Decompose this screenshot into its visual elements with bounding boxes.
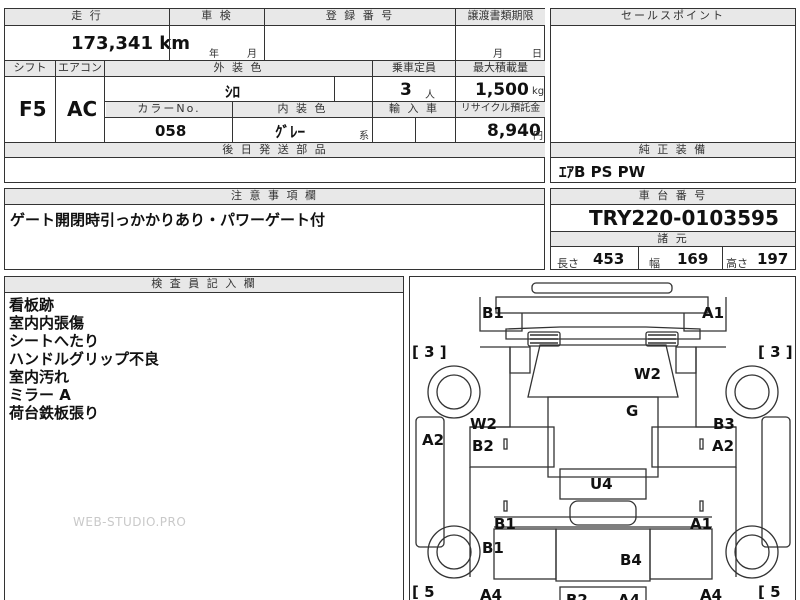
length-label: 長さ	[557, 257, 579, 270]
notes-label: 注 意 事 項 欄	[5, 189, 544, 204]
options-label: 純 正 装 備	[551, 143, 795, 157]
capacity-label: 乗車定員	[373, 61, 455, 76]
damage-mark-a4-center: A4	[618, 591, 641, 600]
damage-mark-b1-mid: B1	[494, 515, 516, 533]
specs-label: 諸 元	[551, 232, 795, 246]
damage-mark-a4-right: A4	[700, 586, 723, 600]
damage-mark-w2-right: W2	[634, 365, 661, 383]
mileage-value: 173,341 km	[71, 33, 190, 54]
inspector-line: 室内汚れ	[9, 368, 70, 386]
recycle-label: リサイクル預託金	[456, 102, 545, 117]
chassis-value: TRY220-0103595	[589, 206, 779, 230]
later-parts-label: 後 日 発 送 部 品	[5, 143, 545, 157]
bracket-left-top: [ 3 ]	[412, 343, 447, 361]
registration-label: 登 録 番 号	[265, 9, 455, 25]
recycle-unit: 円	[533, 131, 543, 142]
capacity-value: 3	[400, 80, 412, 100]
damage-mark-a4-left: A4	[480, 586, 503, 600]
inspector-lines: 看板跡 室内内張傷 シートへたり ハンドルグリップ不良 室内汚れ ミラー A 荷…	[9, 296, 159, 422]
damage-mark-w2-left: W2	[470, 415, 497, 433]
mileage-label: 走 行	[5, 9, 169, 25]
damage-mark-a1-top: A1	[702, 304, 725, 322]
aircon-label: エアコン	[56, 61, 104, 76]
vehicle-info-table: 走 行 車 検 登 録 番 号 譲渡書類期限 173,341 km 年 月 月 …	[4, 8, 545, 183]
inspection-year: 年	[209, 49, 219, 60]
bracket-right-top: [ 3 ]	[758, 343, 793, 361]
damage-mark-u4: U4	[590, 475, 613, 493]
damage-mark-b3: B3	[713, 415, 735, 433]
inspector-line: ミラー A	[9, 386, 71, 404]
damage-mark-g: G	[626, 402, 639, 420]
aircon-value: AC	[67, 97, 98, 121]
shift-label: シフト	[5, 61, 55, 76]
chassis-specs-box: 車 台 番 号 TRY220-0103595 諸 元 長さ 453 幅 169 …	[550, 188, 796, 270]
color-no-value: 058	[155, 122, 187, 140]
color-no-label: カラーNo.	[106, 102, 232, 117]
import-label: 輸 入 車	[373, 102, 455, 117]
interior-color-value: ｸﾞﾚｰ	[275, 123, 306, 141]
damage-mark-a2-left: A2	[422, 431, 445, 449]
exterior-color-value: ｼﾛ	[225, 83, 241, 101]
max-load-label: 最大積載量	[456, 61, 545, 76]
width-label: 幅	[649, 257, 660, 270]
damage-mark-b1-low: B1	[482, 539, 504, 557]
width-value: 169	[677, 250, 709, 268]
interior-color-label: 内 装 色	[233, 102, 372, 117]
damage-mark-a1-mid: A1	[690, 515, 713, 533]
inspector-line: シートへたり	[9, 332, 100, 350]
chassis-label: 車 台 番 号	[551, 189, 795, 204]
max-load-unit: kg	[532, 86, 545, 97]
truck-diagram	[415, 282, 791, 600]
options-value: ｴｱB PS PW	[559, 163, 646, 181]
damage-mark-b4: B4	[620, 551, 642, 569]
damage-mark-b2-left: B2	[472, 437, 494, 455]
transfer-month: 月	[493, 49, 503, 60]
exterior-color-label: 外 装 色	[105, 61, 372, 76]
inspection-month: 月	[247, 49, 257, 60]
sales-point-label: セールスポイント	[551, 9, 795, 25]
inspector-line: ハンドルグリップ不良	[9, 350, 160, 368]
interior-color-suffix: 系	[359, 131, 369, 142]
height-label: 高さ	[726, 257, 748, 270]
shift-value: F5	[19, 97, 47, 121]
inspector-line: 室内内張傷	[9, 314, 85, 332]
length-value: 453	[593, 250, 625, 268]
sales-point-box: セールスポイント 純 正 装 備 ｴｱB PS PW	[550, 8, 796, 183]
inspector-line: 荷台鉄板張り	[9, 404, 100, 422]
damage-mark-b2-bottom: B2	[566, 591, 588, 600]
watermark: WEB-STUDIO.PRO	[73, 515, 187, 529]
notes-box: 注 意 事 項 欄 ゲート開閉時引っかかりあり・パワーゲート付	[4, 188, 545, 270]
inspector-line: 看板跡	[9, 296, 55, 314]
max-load-value: 1,500	[475, 80, 529, 100]
capacity-unit: 人	[425, 90, 435, 101]
damage-mark-b1-top: B1	[482, 304, 504, 322]
notes-value: ゲート開閉時引っかかりあり・パワーゲート付	[10, 211, 326, 229]
inspection-label: 車 検	[170, 9, 264, 25]
transfer-deadline-label: 譲渡書類期限	[456, 9, 545, 25]
inspector-box: 検 査 員 記 入 欄 看板跡 室内内張傷 シートへたり ハンドルグリップ不良 …	[4, 276, 404, 600]
transfer-day: 日	[532, 49, 542, 60]
bracket-left-bottom: [ 5	[412, 583, 435, 600]
bracket-right-bottom: [ 5	[758, 583, 781, 600]
height-value: 197	[757, 250, 789, 268]
car-diagram-box: B1 A1 [ 3 ] [ 3 ] W2 G W2 B3 A2 B2 A2 U4…	[409, 276, 796, 600]
inspector-label: 検 査 員 記 入 欄	[5, 277, 403, 292]
damage-mark-a2-right: A2	[712, 437, 735, 455]
